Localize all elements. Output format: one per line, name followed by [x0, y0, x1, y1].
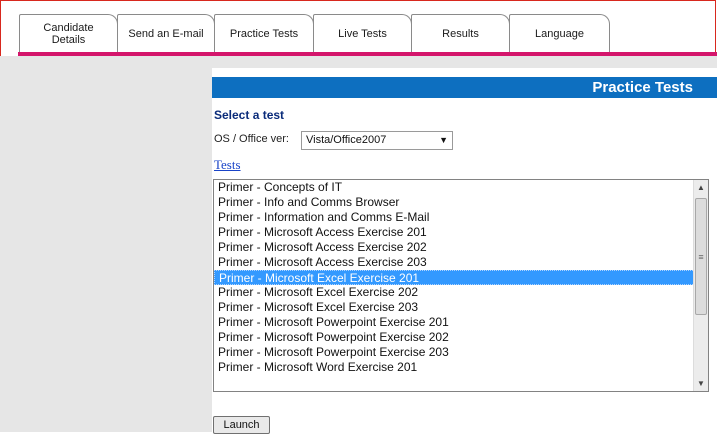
- launch-button[interactable]: Launch: [213, 416, 270, 434]
- list-item[interactable]: Primer - Info and Comms Browser: [214, 195, 695, 210]
- list-item[interactable]: Primer - Microsoft Access Exercise 203: [214, 255, 695, 270]
- tests-link[interactable]: Tests: [214, 157, 241, 173]
- tab-bar: Candidate Details Send an E-mail Practic…: [0, 0, 717, 56]
- list-item[interactable]: Primer - Microsoft Powerpoint Exercise 2…: [214, 330, 695, 345]
- tab-label: Candidate Details: [43, 21, 94, 46]
- os-office-label: OS / Office ver:: [214, 133, 289, 145]
- list-item[interactable]: Primer - Microsoft Powerpoint Exercise 2…: [214, 315, 695, 330]
- header-gap: [212, 68, 717, 77]
- list-scrollbar[interactable]: ▲ ≡ ▼: [693, 180, 708, 391]
- list-item[interactable]: Primer - Microsoft Powerpoint Exercise 2…: [214, 345, 695, 360]
- tab-label: Live Tests: [338, 27, 387, 40]
- arrow-up-icon[interactable]: ▲: [694, 180, 708, 195]
- list-item[interactable]: Primer - Microsoft Access Exercise 201: [214, 225, 695, 240]
- tab-label: Send an E-mail: [128, 27, 204, 40]
- tab-practice-tests[interactable]: Practice Tests: [214, 14, 314, 52]
- tab-candidate-details[interactable]: Candidate Details: [19, 14, 118, 52]
- tab-label: Practice Tests: [229, 27, 299, 40]
- tab-live-tests[interactable]: Live Tests: [313, 14, 412, 52]
- list-item[interactable]: Primer - Microsoft Excel Exercise 203: [214, 300, 695, 315]
- tests-listbox[interactable]: Primer - Concepts of IT Primer - Info an…: [213, 179, 709, 392]
- grip-icon: ≡: [698, 251, 704, 262]
- scroll-thumb[interactable]: ≡: [695, 198, 707, 315]
- chevron-down-icon: ▼: [439, 135, 448, 145]
- page-title: Practice Tests: [592, 79, 693, 96]
- left-sidebar: [0, 68, 212, 432]
- list-item[interactable]: Primer - Microsoft Word Exercise 201: [214, 360, 695, 375]
- tab-results[interactable]: Results: [411, 14, 510, 52]
- page-title-bar: Practice Tests: [212, 77, 717, 98]
- os-office-select[interactable]: Vista/Office2007 ▼: [301, 131, 453, 150]
- arrow-down-icon[interactable]: ▼: [694, 376, 708, 391]
- tab-label: Results: [442, 27, 479, 40]
- select-test-heading: Select a test: [214, 108, 285, 122]
- list-item[interactable]: Primer - Concepts of IT: [214, 180, 695, 195]
- list-item[interactable]: Primer - Microsoft Access Exercise 202: [214, 240, 695, 255]
- top-gray-strip: [0, 56, 717, 68]
- tab-send-email[interactable]: Send an E-mail: [117, 14, 215, 52]
- tab-language[interactable]: Language: [509, 14, 610, 52]
- tab-label: Language: [535, 27, 584, 40]
- main-panel: Practice Tests Select a test OS / Office…: [212, 68, 717, 434]
- list-item-selected[interactable]: Primer - Microsoft Excel Exercise 201: [214, 270, 695, 285]
- list-item[interactable]: Primer - Information and Comms E-Mail: [214, 210, 695, 225]
- os-office-selected-value: Vista/Office2007: [306, 134, 387, 146]
- list-item[interactable]: Primer - Microsoft Excel Exercise 202: [214, 285, 695, 300]
